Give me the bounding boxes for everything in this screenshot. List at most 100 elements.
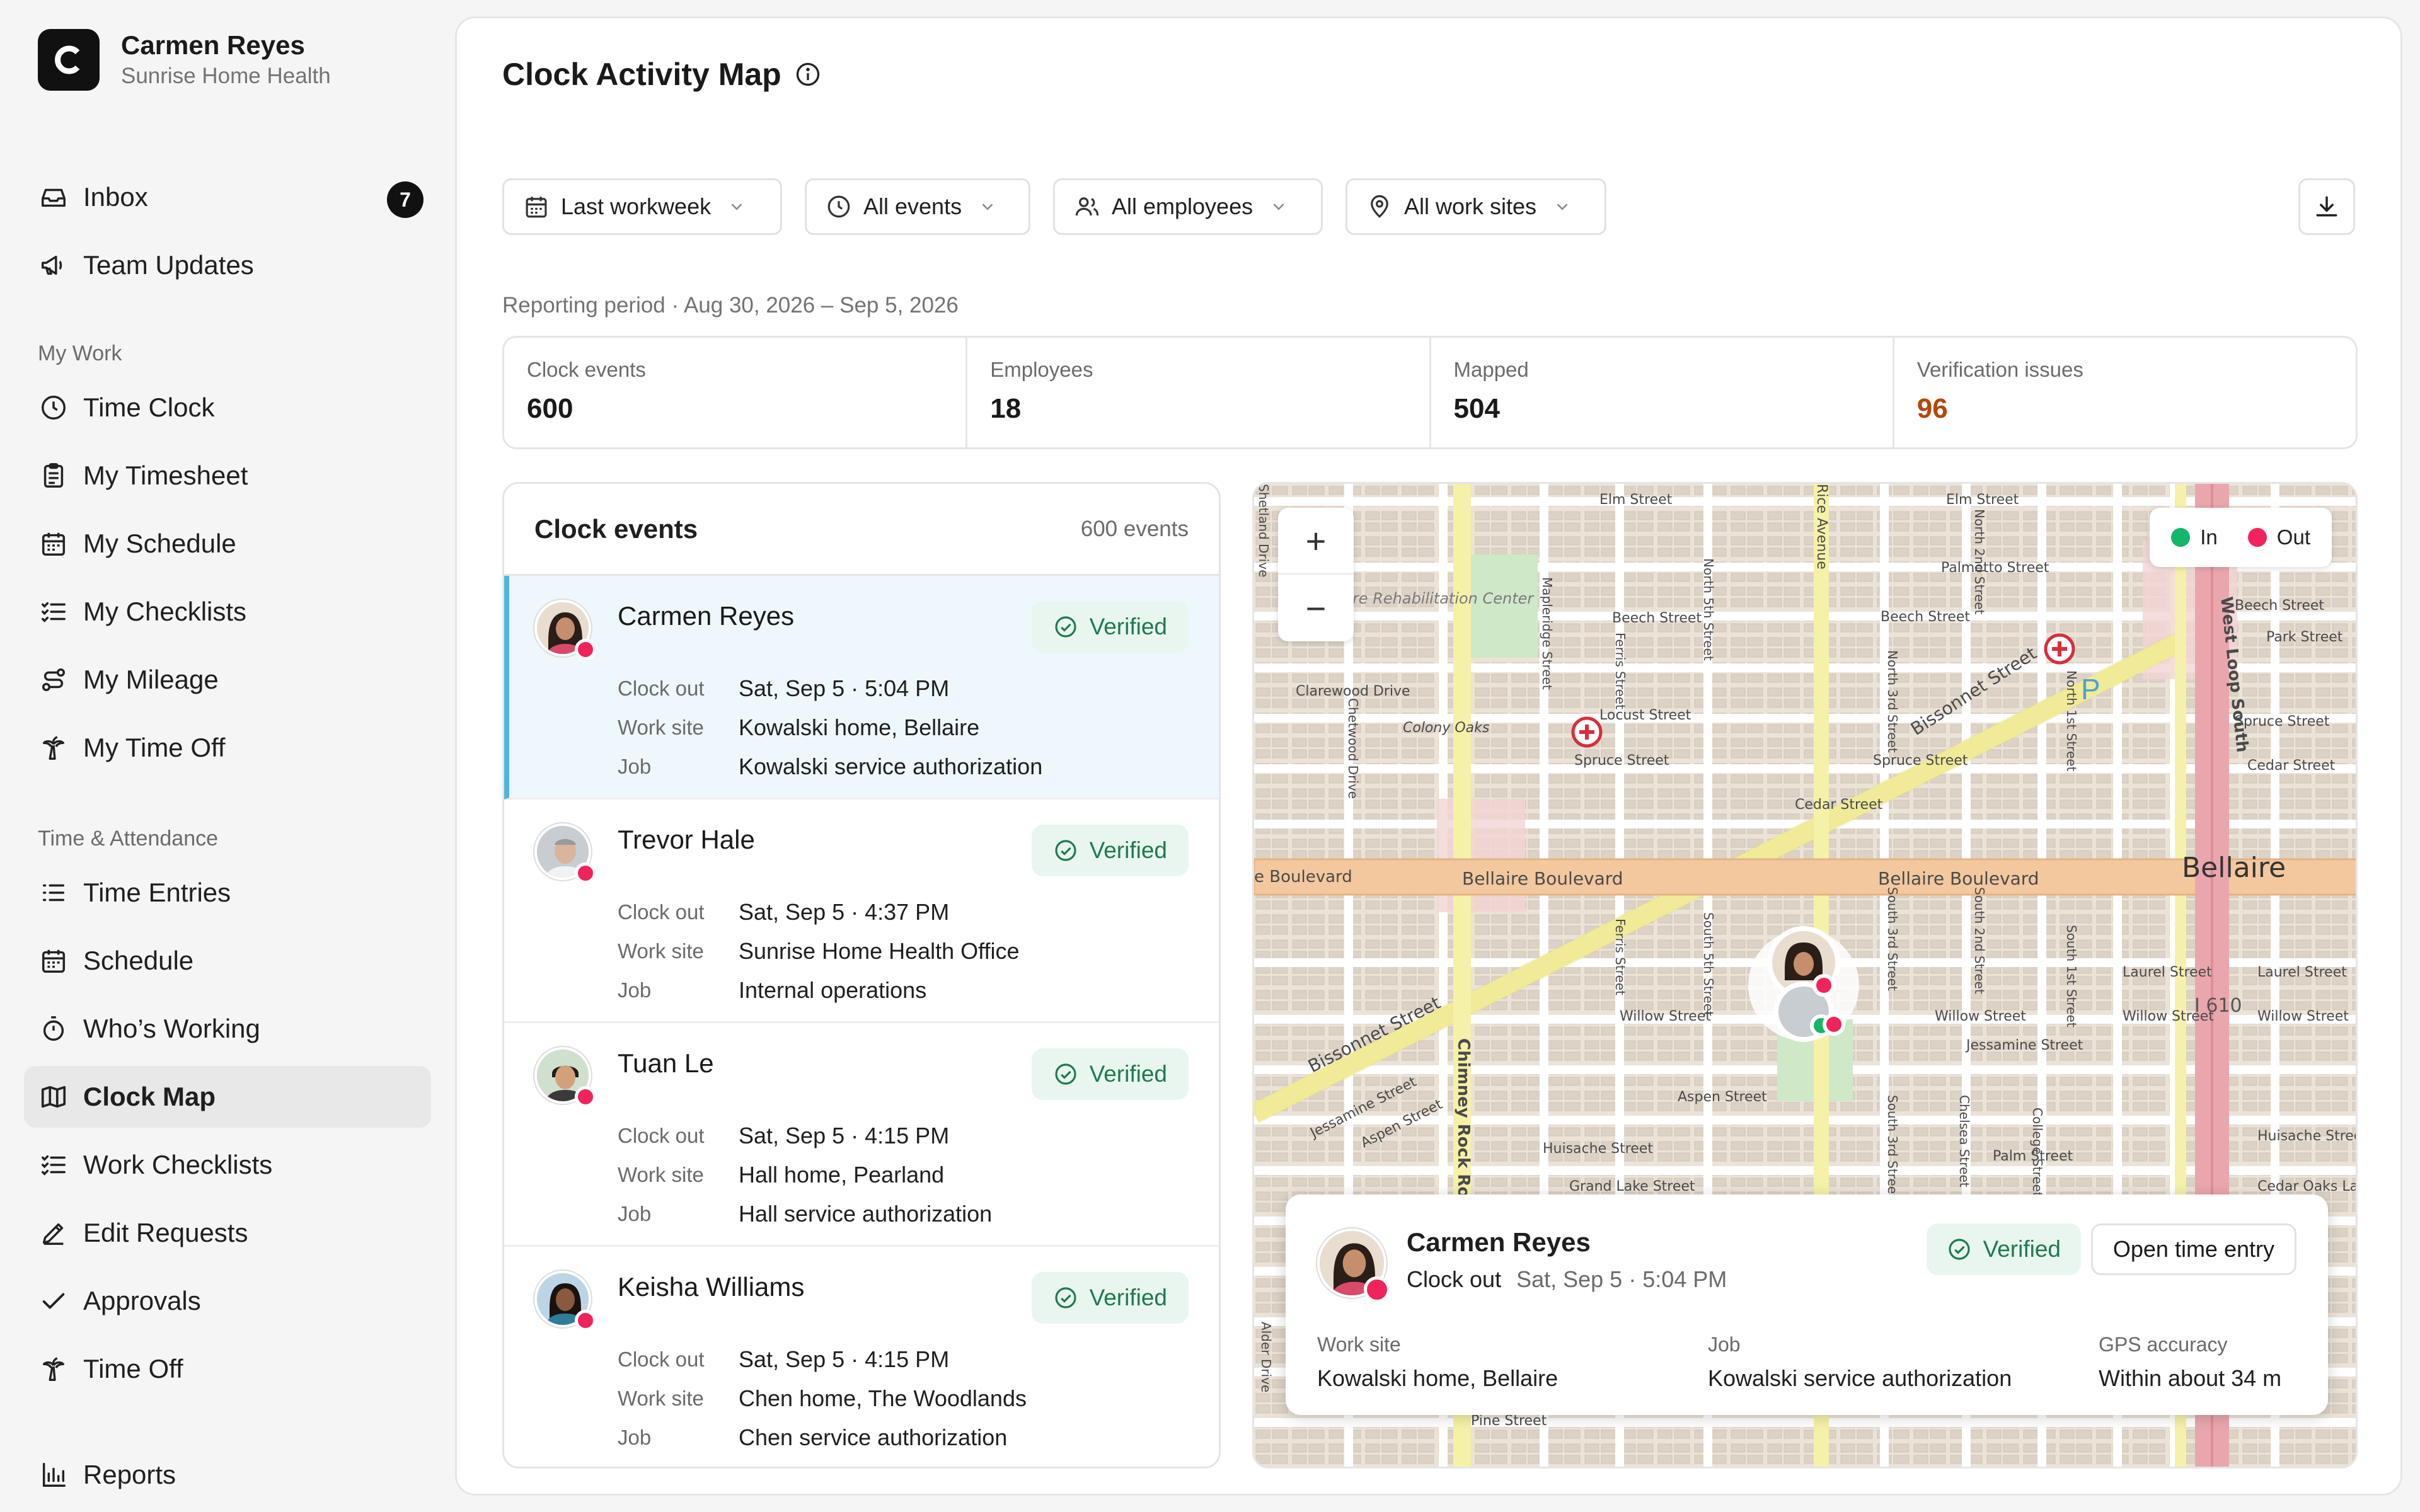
sidebar-item-edit-requests[interactable]: Edit Requests	[24, 1202, 431, 1264]
work-site-label: Work site	[618, 1387, 704, 1410]
verified-label: Verified	[1089, 614, 1167, 639]
verified-badge: Verified	[1031, 1272, 1189, 1324]
street-label: North 3rd Street	[1885, 650, 1900, 753]
sidebar-item-label: My Mileage	[83, 665, 219, 694]
highway-label: I 610	[2194, 995, 2242, 1017]
sidebar-item-whos-working[interactable]: Who’s Working	[24, 998, 431, 1060]
parking-icon: P	[2081, 673, 2100, 706]
selected-event-card: Carmen Reyes Clock out Sat, Sep 5 · 5:04 …	[1286, 1194, 2328, 1415]
sidebar-item-my-time-off[interactable]: My Time Off	[24, 717, 431, 779]
street-label: Elm Street	[1599, 492, 1673, 508]
event-type-filter[interactable]: All events	[805, 178, 1030, 235]
pencil-icon	[38, 1217, 69, 1249]
stats-bar: Clock events 600 Employees 18 Mapped 504…	[502, 336, 2358, 449]
stopwatch-icon	[38, 1013, 69, 1045]
megaphone-icon	[38, 249, 69, 281]
zoom-in-button[interactable]: +	[1278, 508, 1354, 575]
zoom-controls: + −	[1278, 508, 1354, 641]
brand[interactable]: Carmen Reyes Sunrise Home Health	[38, 29, 331, 91]
check-circle-icon	[1054, 616, 1076, 638]
main-panel: Clock Activity Map Last workweek All eve…	[455, 16, 2402, 1496]
period-filter[interactable]: Last workweek	[502, 178, 782, 235]
zoom-out-button[interactable]: −	[1278, 575, 1354, 641]
clock-map[interactable]: P Elm Street Elm Street Palmetto Street …	[1252, 482, 2358, 1469]
employee-filter[interactable]: All employees	[1053, 178, 1323, 235]
sidebar-item-work-checklists[interactable]: Work Checklists	[24, 1134, 431, 1196]
work-site-label: Work site	[618, 1163, 704, 1186]
event-row[interactable]: Keisha Williams Verified Clock out Sat, S…	[504, 1247, 1219, 1467]
street-label: Chimney Rock Road	[1454, 1038, 1473, 1220]
street-label: South 5th Street	[1701, 912, 1716, 1016]
chevron-down-icon	[731, 203, 742, 210]
bar-chart-icon	[38, 1459, 69, 1491]
period-filter-value: Last workweek	[561, 193, 712, 219]
work-site-value: Kowalski home, Bellaire	[739, 714, 980, 740]
street-label: South 2nd Street	[1972, 887, 1987, 994]
reporting-period: Reporting period · Aug 30, 2026 – Sep 5,…	[502, 293, 959, 318]
sidebar-item-approvals[interactable]: Approvals	[24, 1270, 431, 1332]
event-type-label: Clock out	[618, 1124, 705, 1147]
sidebar-item-time-entries[interactable]: Time Entries	[24, 862, 431, 924]
street-label: Laurel Street	[2123, 965, 2212, 980]
work-site-filter[interactable]: All work sites	[1345, 178, 1606, 235]
street-label: Spruce Street	[1574, 753, 1669, 769]
street-label: Aspen Street	[1678, 1089, 1767, 1105]
work-site-value: Hall home, Pearland	[739, 1162, 945, 1188]
card-event-summary: Clock out Sat, Sep 5 · 5:04 PM	[1407, 1266, 1727, 1293]
job-value: Hall service authorization	[739, 1201, 993, 1227]
job-value: Chen service authorization	[739, 1424, 1008, 1450]
verified-label: Verified	[1089, 1061, 1167, 1087]
sidebar-item-label: Time Entries	[83, 878, 231, 907]
street-label: Pine Street	[1471, 1413, 1547, 1429]
card-job: Job Kowalski service authorization	[1708, 1333, 2012, 1392]
event-row[interactable]: Trevor Hale Verified Clock out Sat, Sep 5…	[504, 799, 1219, 1023]
palm-tree-icon	[38, 732, 69, 764]
clipboard-icon	[38, 460, 69, 491]
sidebar-item-reports[interactable]: Reports	[24, 1444, 431, 1506]
sidebar-item-my-checklists[interactable]: My Checklists	[24, 581, 431, 643]
employee-filter-value: All employees	[1112, 193, 1253, 219]
event-type-label: Clock out	[618, 677, 705, 700]
area-label: Colony Oaks	[1403, 720, 1489, 736]
sidebar-item-label: My Timesheet	[83, 461, 248, 490]
event-row[interactable]: Carmen Reyes Verified Clock out Sat, Sep …	[504, 576, 1219, 799]
check-circle-icon	[1054, 1063, 1076, 1085]
stat-verification-issues[interactable]: Verification issues 96	[1894, 338, 2356, 447]
work-site-value: Sunrise Home Health Office	[739, 938, 1020, 964]
sidebar-item-clock-map[interactable]: Clock Map	[24, 1066, 431, 1128]
checklist-icon	[38, 596, 69, 627]
sidebar-item-label: Inbox	[83, 182, 148, 212]
sidebar-item-my-timesheet[interactable]: My Timesheet	[24, 445, 431, 507]
card-gps-label: GPS accuracy	[2099, 1333, 2228, 1356]
sidebar-item-team-updates[interactable]: Team Updates	[24, 234, 431, 296]
street-label: Chetwood Drive	[1345, 698, 1361, 799]
sidebar-item-my-schedule[interactable]: My Schedule	[24, 513, 431, 575]
sidebar-item-label: Work Checklists	[83, 1150, 273, 1179]
street-label: North 1st Street	[2064, 670, 2079, 772]
info-icon[interactable]	[794, 60, 822, 88]
sidebar-item-label: My Checklists	[83, 597, 247, 626]
inbox-icon	[38, 181, 69, 213]
street-label: North 2nd Street	[1972, 509, 1987, 615]
sidebar-item-time-clock[interactable]: Time Clock	[24, 377, 431, 438]
section-time-attendance: Time & Attendance	[38, 827, 219, 850]
street-label: Willow Street	[1620, 1009, 1711, 1024]
job-label: Job	[618, 755, 652, 778]
download-button[interactable]	[2298, 178, 2355, 235]
street-label: Shetland Drive	[1256, 484, 1271, 577]
sidebar-item-inbox[interactable]: Inbox 7	[24, 166, 431, 228]
sidebar-item-label: Who’s Working	[83, 1014, 260, 1043]
sidebar-item-my-mileage[interactable]: My Mileage	[24, 649, 431, 711]
open-time-entry-button[interactable]: Open time entry	[2090, 1223, 2296, 1275]
card-gps-value: Within about 34 m	[2099, 1365, 2282, 1391]
event-type-filter-value: All events	[863, 193, 962, 219]
sidebar-item-time-off[interactable]: Time Off	[24, 1338, 431, 1400]
sidebar-item-schedule[interactable]: Schedule	[24, 930, 431, 992]
event-row[interactable]: Tuan Le Verified Clock out Sat, Sep 5 · 4…	[504, 1023, 1219, 1247]
card-employee-name: Carmen Reyes	[1407, 1227, 1591, 1257]
street-label: Beech Street	[1881, 609, 1970, 625]
work-site-label: Work site	[618, 716, 704, 739]
employee-name: Carmen Reyes	[618, 601, 795, 631]
street-label: Huisache Street	[1543, 1141, 1653, 1157]
calendar-icon	[526, 197, 547, 218]
